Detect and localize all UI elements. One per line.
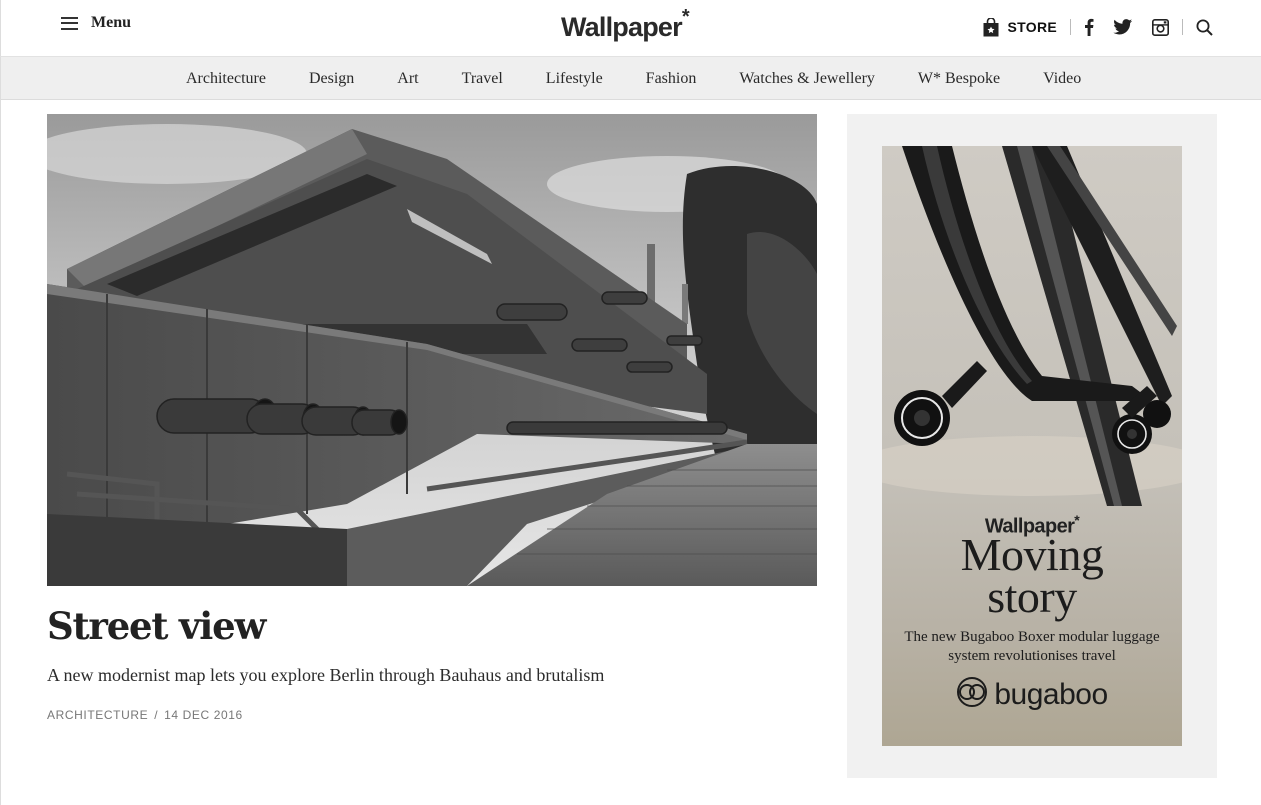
nav-item-bespoke[interactable]: W* Bespoke	[918, 70, 1000, 88]
article-date: 14 DEC 2016	[164, 708, 243, 722]
store-link[interactable]: STORE	[983, 17, 1057, 37]
article-standfirst: A new modernist map lets you explore Ber…	[47, 665, 605, 685]
header-tools: STORE	[983, 14, 1213, 40]
shopping-bag-icon	[983, 17, 999, 37]
nav-item-travel[interactable]: Travel	[462, 70, 503, 88]
facebook-icon[interactable]	[1084, 18, 1094, 36]
ad-brand-name: bugaboo	[994, 677, 1108, 711]
twitter-icon[interactable]	[1113, 19, 1133, 35]
article-meta: ARCHITECTURE / 14 DEC 2016	[47, 708, 243, 722]
bugaboo-logo-icon	[956, 676, 988, 713]
luggage-illustration	[882, 146, 1182, 506]
article-title[interactable]: Street view	[47, 604, 266, 648]
ad-headline: Moving story	[882, 529, 1182, 622]
logo-text: Wallpaper	[561, 12, 683, 42]
nav-item-architecture[interactable]: Architecture	[186, 70, 266, 88]
logo-asterisk: *	[681, 6, 690, 28]
nav-item-design[interactable]: Design	[309, 70, 354, 88]
nav-item-video[interactable]: Video	[1043, 70, 1081, 88]
divider	[1182, 19, 1183, 35]
article-hero-image[interactable]	[47, 114, 817, 586]
search-icon[interactable]	[1196, 19, 1213, 36]
nav-item-lifestyle[interactable]: Lifestyle	[546, 70, 603, 88]
divider	[1070, 19, 1071, 35]
section-nav: Architecture Design Art Travel Lifestyle…	[0, 57, 1261, 100]
ad-brand: bugaboo	[882, 676, 1182, 713]
nav-item-watches-jewellery[interactable]: Watches & Jewellery	[739, 70, 875, 88]
social-links	[1084, 18, 1169, 36]
instagram-icon[interactable]	[1152, 18, 1169, 36]
site-logo[interactable]: Wallpaper*	[561, 6, 690, 43]
ad-headline-line1: Moving	[960, 529, 1104, 580]
site-header: Menu Wallpaper* STORE	[0, 0, 1261, 57]
menu-button[interactable]: Menu	[61, 14, 131, 32]
store-label: STORE	[1007, 19, 1057, 35]
nav-list: Architecture Design Art Travel Lifestyle…	[186, 57, 1124, 100]
advertisement[interactable]: Wallpaper* Moving story The new Bugaboo …	[882, 146, 1182, 746]
nav-item-art[interactable]: Art	[397, 70, 418, 88]
nav-item-fashion[interactable]: Fashion	[646, 70, 697, 88]
ad-copy: The new Bugaboo Boxer modular luggage sy…	[904, 629, 1160, 664]
hamburger-icon	[61, 16, 78, 30]
ad-logo-asterisk: *	[1074, 512, 1080, 528]
menu-label: Menu	[91, 14, 131, 31]
page-edge-line	[0, 100, 1, 805]
article-category[interactable]: ARCHITECTURE	[47, 708, 148, 722]
meta-divider: /	[154, 708, 159, 722]
hero-photo	[47, 114, 817, 586]
ad-headline-line2: story	[987, 571, 1077, 622]
